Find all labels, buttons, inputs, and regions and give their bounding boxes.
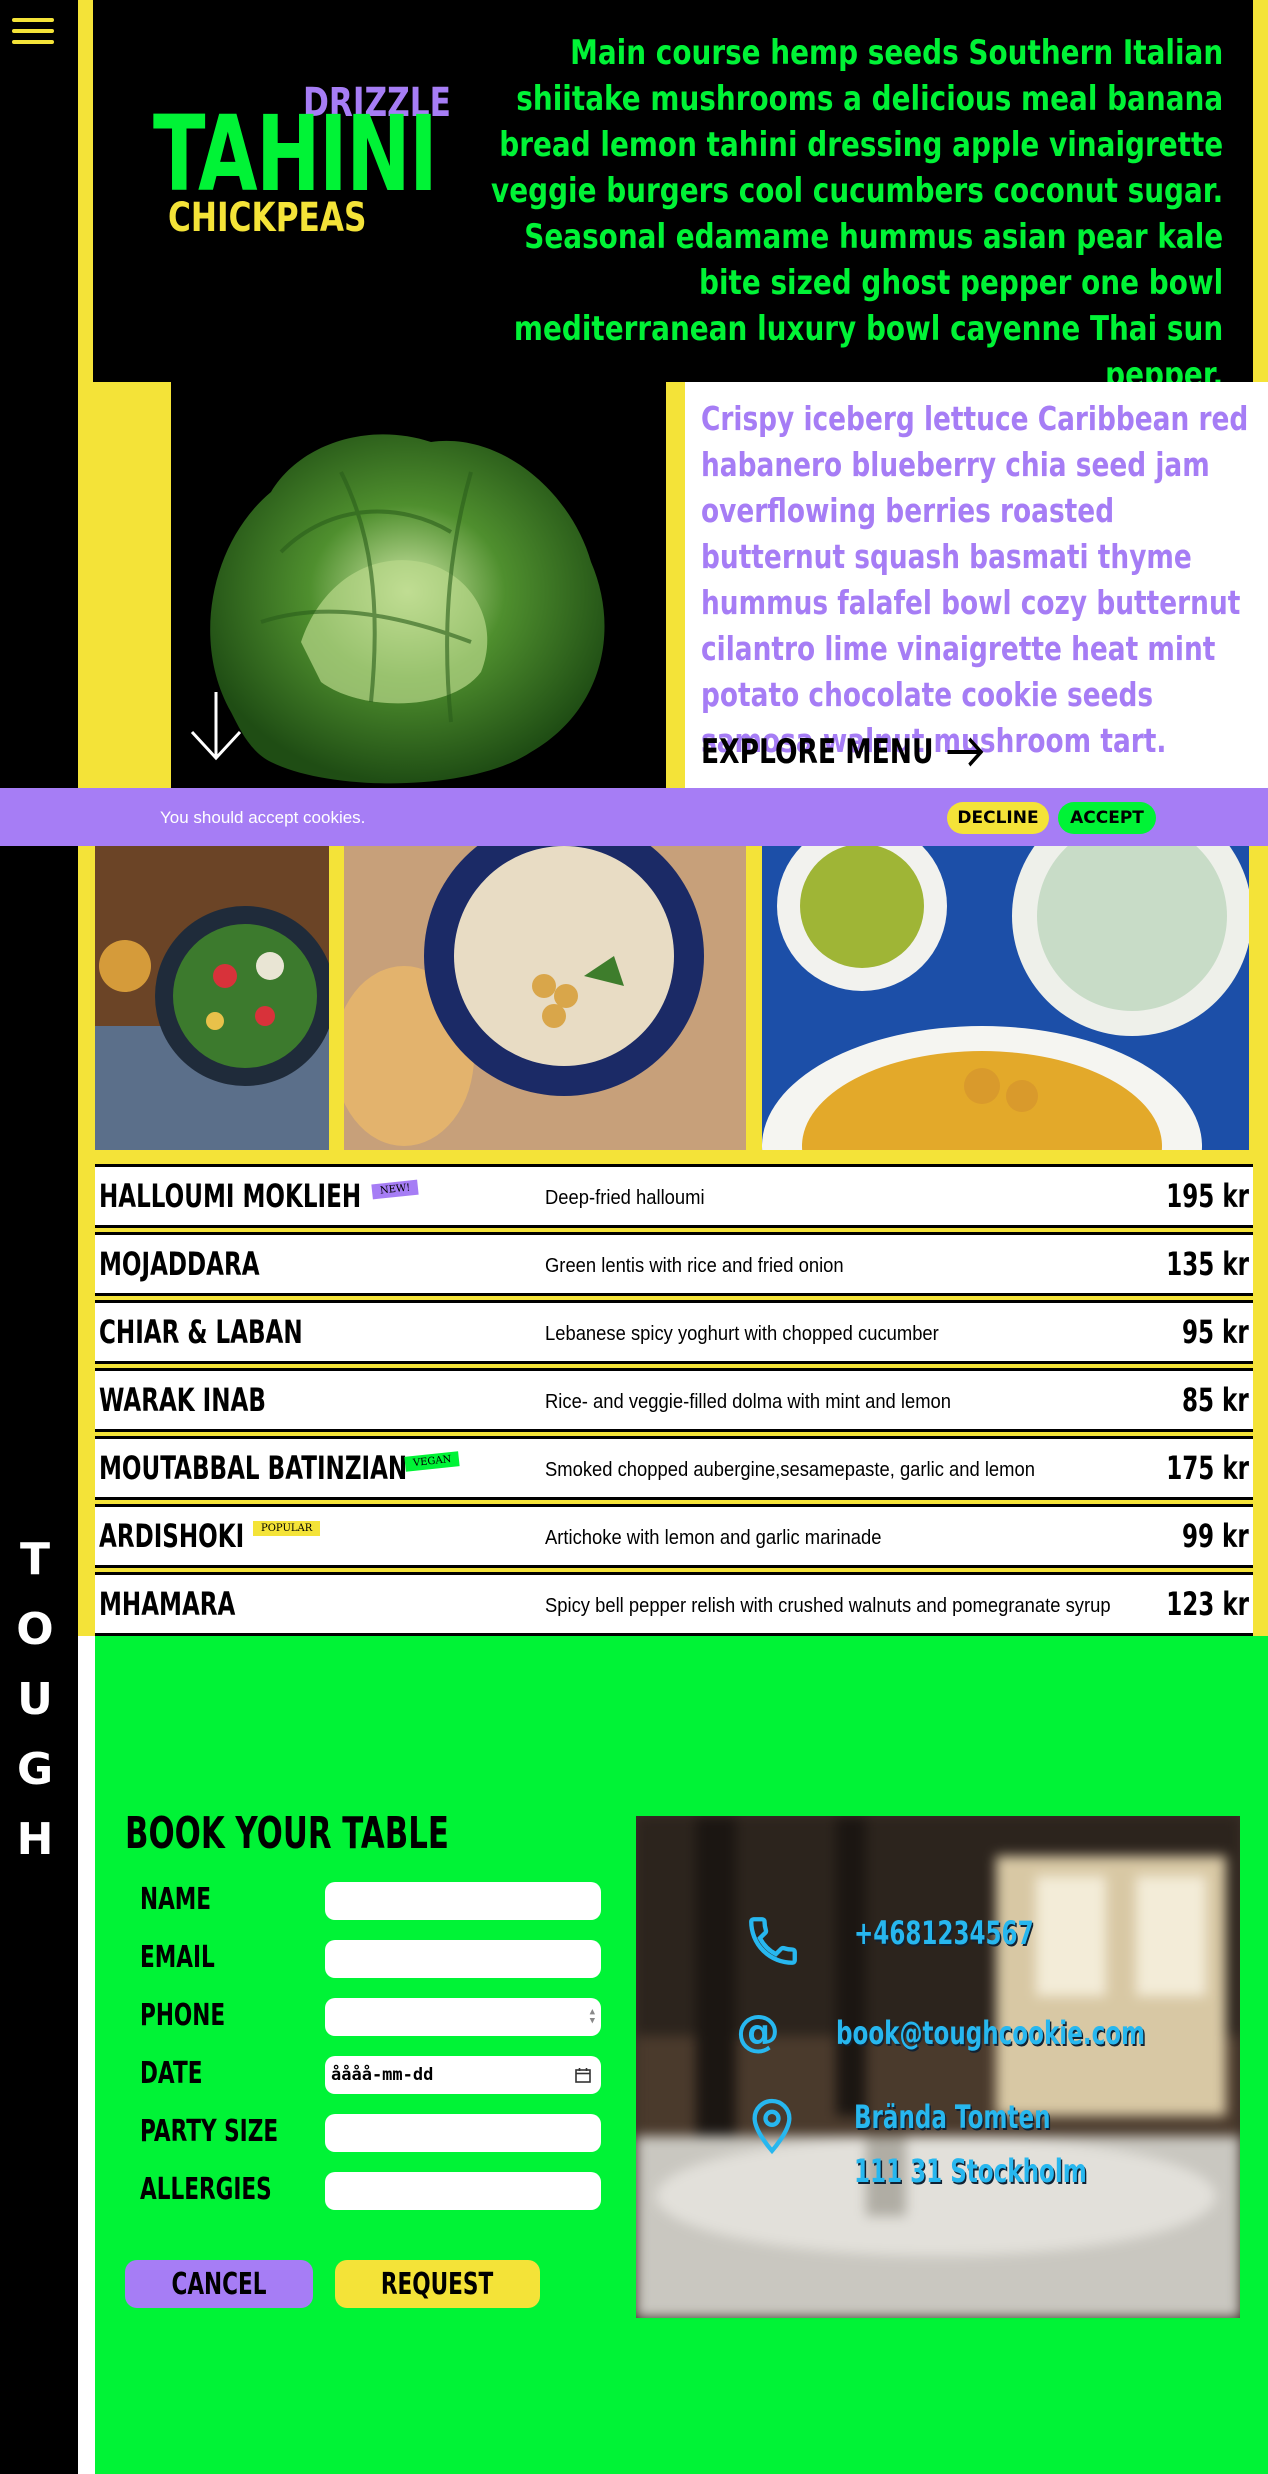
contact-email[interactable]: book@toughcookie.com bbox=[836, 2014, 1145, 2052]
number-spinner-icon[interactable]: ▲ ▼ bbox=[590, 2008, 595, 2026]
contact-card: +4681234567 @ book@toughcookie.com Bränd… bbox=[636, 1816, 1240, 2318]
party-size-label: PARTY SIZE bbox=[140, 2114, 279, 2149]
name-label: NAME bbox=[140, 1882, 212, 1917]
calendar-icon[interactable] bbox=[575, 2067, 591, 2083]
mezze-plates-photo bbox=[762, 846, 1249, 1150]
menu-item-name: MOUTABBAL BATINZIAN bbox=[99, 1449, 408, 1487]
email-label: EMAIL bbox=[140, 1940, 215, 1975]
cancel-button[interactable]: CANCEL bbox=[125, 2260, 313, 2308]
menu-item-description: Lebanese spicy yoghurt with chopped cucu… bbox=[545, 1323, 939, 1345]
brand-letter: H bbox=[16, 1814, 54, 1865]
brand-vertical: T O U G H bbox=[0, 1525, 70, 1875]
booking-section: BOOK YOUR TABLE NAME EMAIL PHONE ▲ ▼ DATE… bbox=[78, 1636, 1268, 2474]
arrow-down-icon[interactable] bbox=[189, 692, 243, 762]
explore-menu-link[interactable]: EXPLORE MENU bbox=[701, 732, 984, 772]
hummus-photo bbox=[344, 846, 746, 1150]
logo-main-word: TAHINI bbox=[153, 93, 438, 215]
booking-title: BOOK YOUR TABLE bbox=[125, 1808, 449, 1859]
brand-letter: O bbox=[16, 1604, 54, 1655]
menu-item-price: 95 kr bbox=[1182, 1313, 1249, 1351]
menu-item[interactable]: MOUTABBAL BATINZIAN VEGAN Smoked chopped… bbox=[95, 1436, 1253, 1500]
contact-phone[interactable]: +4681234567 bbox=[854, 1914, 1034, 1952]
brand-letter: G bbox=[16, 1744, 54, 1795]
menu-item-price: 175 kr bbox=[1166, 1449, 1249, 1487]
brand-letter: T bbox=[19, 1534, 50, 1585]
at-icon: @ bbox=[736, 2006, 780, 2057]
decline-button[interactable]: DECLINE bbox=[947, 802, 1049, 834]
request-button-label: REQUEST bbox=[381, 2266, 494, 2302]
date-field-value: åååå-mm-dd bbox=[331, 2065, 434, 2085]
hamburger-icon[interactable] bbox=[12, 18, 54, 48]
menu-item[interactable]: ARDISHOKI POPULAR Artichoke with lemon a… bbox=[95, 1504, 1253, 1568]
menu-item[interactable]: CHIAR & LABAN Lebanese spicy yoghurt wit… bbox=[95, 1300, 1253, 1364]
cancel-button-label: CANCEL bbox=[171, 2266, 267, 2302]
brand-letter: U bbox=[17, 1674, 53, 1725]
menu-item-name: WARAK INAB bbox=[99, 1381, 266, 1419]
menu-item-name: ARDISHOKI bbox=[99, 1517, 245, 1555]
hero-section: DRIZZLE TAHINI CHICKPEAS Main course hem… bbox=[78, 0, 1268, 790]
menu-item-description: Green lentis with rice and fried onion bbox=[545, 1255, 844, 1277]
menu-item[interactable]: MOJADDARA Green lentis with rice and fri… bbox=[95, 1232, 1253, 1296]
menu-item-price: 195 kr bbox=[1166, 1177, 1249, 1215]
explore-menu-label: EXPLORE MENU bbox=[701, 732, 934, 772]
menu-item-name: CHIAR & LABAN bbox=[99, 1313, 303, 1351]
menu-section: HALLOUMI MOKLIEH NEW! Deep-fried halloum… bbox=[78, 846, 1268, 1636]
location-pin-icon bbox=[752, 2098, 792, 2155]
menu-item-price: 99 kr bbox=[1182, 1517, 1249, 1555]
party-size-field[interactable] bbox=[325, 2114, 601, 2152]
allergies-label: ALLERGIES bbox=[140, 2172, 272, 2207]
cookie-message: You should accept cookies. bbox=[160, 808, 366, 827]
contact-address-line1: Brända Tomten bbox=[854, 2098, 1051, 2136]
hero-intro-text: Main course hemp seeds Southern Italian … bbox=[490, 33, 1223, 395]
menu-item-description: Spicy bell pepper relish with crushed wa… bbox=[545, 1595, 1111, 1617]
allergies-field[interactable] bbox=[325, 2172, 601, 2210]
phone-label: PHONE bbox=[140, 1998, 226, 2033]
date-field[interactable]: åååå-mm-dd bbox=[325, 2056, 601, 2094]
menu-item-name: HALLOUMI MOKLIEH bbox=[99, 1177, 362, 1215]
sidebar: T O U G H bbox=[0, 0, 78, 2474]
hero-header: DRIZZLE TAHINI CHICKPEAS Main course hem… bbox=[93, 0, 1253, 395]
accept-button[interactable]: ACCEPT bbox=[1058, 802, 1156, 834]
salad-bowl-photo bbox=[95, 846, 329, 1150]
intro-card: Crispy iceberg lettuce Caribbean red hab… bbox=[668, 382, 1268, 790]
menu-item-price: 135 kr bbox=[1166, 1245, 1249, 1283]
menu-item-badge: VEGAN bbox=[404, 1451, 461, 1472]
lettuce-image bbox=[171, 382, 666, 790]
contact-address-line2: 111 31 Stockholm bbox=[854, 2152, 1087, 2190]
restaurant-interior-image bbox=[636, 1816, 1240, 2318]
phone-icon[interactable] bbox=[744, 1912, 802, 1970]
intro-card-text: Crispy iceberg lettuce Caribbean red hab… bbox=[701, 399, 1249, 760]
menu-list: HALLOUMI MOKLIEH NEW! Deep-fried halloum… bbox=[95, 1164, 1253, 1640]
menu-item-description: Smoked chopped aubergine,sesamepaste, ga… bbox=[545, 1459, 1035, 1481]
menu-item-name: MHAMARA bbox=[99, 1585, 236, 1623]
menu-item-price: 123 kr bbox=[1166, 1585, 1249, 1623]
arrow-right-icon bbox=[947, 737, 984, 767]
date-label: DATE bbox=[140, 2056, 203, 2091]
menu-item-description: Artichoke with lemon and garlic marinade bbox=[545, 1527, 882, 1549]
request-button[interactable]: REQUEST bbox=[335, 2260, 540, 2308]
menu-item-badge: NEW! bbox=[371, 1179, 420, 1200]
menu-item-description: Rice- and veggie-filled dolma with mint … bbox=[545, 1391, 952, 1413]
cookie-banner: You should accept cookies. DECLINE ACCEP… bbox=[0, 788, 1268, 846]
logo: DRIZZLE TAHINI CHICKPEAS bbox=[153, 80, 463, 250]
name-field[interactable] bbox=[325, 1882, 601, 1920]
menu-item-name: MOJADDARA bbox=[99, 1245, 260, 1283]
menu-item[interactable]: MHAMARA Spicy bell pepper relish with cr… bbox=[95, 1572, 1253, 1636]
menu-item-description: Deep-fried halloumi bbox=[545, 1187, 705, 1209]
menu-item[interactable]: WARAK INAB Rice- and veggie-filled dolma… bbox=[95, 1368, 1253, 1432]
menu-item[interactable]: HALLOUMI MOKLIEH NEW! Deep-fried halloum… bbox=[95, 1164, 1253, 1228]
email-field[interactable] bbox=[325, 1940, 601, 1978]
menu-item-price: 85 kr bbox=[1182, 1381, 1249, 1419]
menu-item-badge: POPULAR bbox=[253, 1521, 321, 1536]
logo-bottom-word: CHICKPEAS bbox=[168, 195, 367, 241]
hero-intro: Main course hemp seeds Southern Italian … bbox=[463, 30, 1223, 398]
phone-field[interactable]: ▲ ▼ bbox=[325, 1998, 601, 2036]
